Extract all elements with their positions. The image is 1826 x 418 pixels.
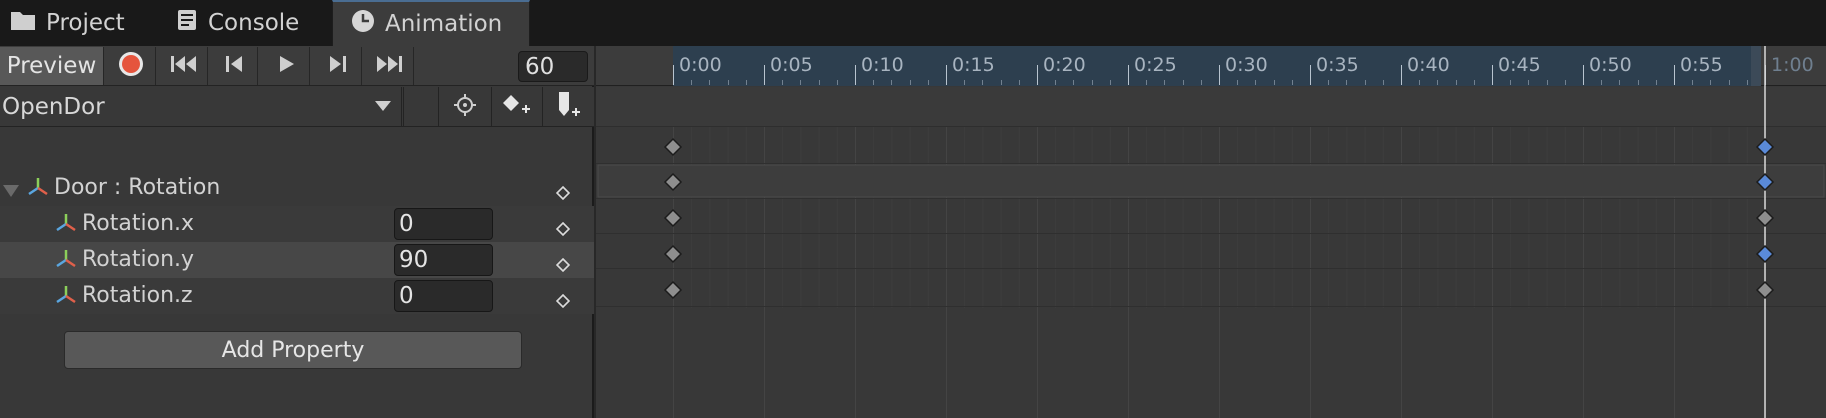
frame-field[interactable] (518, 51, 588, 82)
keyframe-start (663, 280, 683, 300)
clock-icon (351, 9, 375, 39)
clip-name: OpenDor (2, 94, 105, 120)
transform-axis-icon (54, 284, 78, 314)
keyframe-layer (596, 46, 1826, 418)
tab-project-label: Project (46, 10, 125, 36)
keyframe-diamond-icon[interactable] (555, 181, 571, 201)
step-back-icon (223, 54, 245, 78)
console-icon (176, 9, 198, 37)
record-button[interactable] (106, 47, 156, 85)
keyframe-start (663, 208, 683, 228)
record-icon (118, 51, 144, 81)
keyframe-selected (1755, 137, 1775, 157)
dopesheet-timeline[interactable]: 0:00 0:05 0:10 0:15 0:20 0:25 0:30 0:35 0:40 0:45… (596, 46, 1826, 418)
property-group-row[interactable]: Door : Rotation (0, 170, 594, 206)
next-keyframe-button[interactable] (314, 47, 362, 85)
clip-row: OpenDor (0, 87, 594, 127)
filter-by-selection-button[interactable] (438, 87, 490, 127)
previous-keyframe-button[interactable] (210, 47, 258, 85)
keyframe-diamond-icon[interactable] (555, 289, 571, 309)
clip-dropdown[interactable]: OpenDor (0, 87, 402, 127)
tab-console[interactable]: Console (176, 0, 326, 46)
transform-axis-icon (54, 212, 78, 242)
add-event-icon (555, 90, 583, 124)
property-row-rotation-x[interactable]: Rotation.x (0, 206, 594, 242)
step-forward-icon (327, 54, 349, 78)
group-track-row (597, 164, 1825, 198)
tab-console-label: Console (208, 10, 300, 36)
skip-to-start-icon (169, 54, 199, 78)
window-tab-bar: Project Console Animation (0, 0, 1826, 46)
property-value-field[interactable] (394, 280, 493, 312)
add-property-button[interactable]: Add Property (64, 331, 522, 369)
crosshair-icon (453, 93, 477, 121)
last-keyframe-button[interactable] (364, 47, 414, 85)
add-event-button[interactable] (542, 87, 594, 127)
property-value-field[interactable] (394, 244, 493, 276)
property-value-field[interactable] (394, 208, 493, 240)
play-button[interactable] (262, 47, 310, 85)
property-row-rotation-z[interactable]: Rotation.z (0, 278, 594, 314)
property-label: Rotation.z (82, 283, 193, 308)
preview-button-label: Preview (6, 53, 97, 79)
skip-to-end-icon (374, 54, 404, 78)
keyframe-end (1755, 208, 1775, 228)
add-keyframe-icon (502, 93, 532, 121)
tab-animation-label: Animation (385, 11, 503, 37)
play-icon (276, 54, 296, 78)
property-row-rotation-y[interactable]: Rotation.y (0, 242, 594, 278)
first-keyframe-button[interactable] (160, 47, 208, 85)
property-label: Rotation.y (82, 247, 195, 272)
transform-axis-icon (54, 248, 78, 278)
tab-animation[interactable]: Animation (332, 0, 530, 46)
expand-triangle-icon[interactable] (2, 180, 20, 205)
transform-axis-icon (26, 176, 50, 206)
chevron-down-icon (375, 101, 391, 111)
keyframe-diamond-icon[interactable] (555, 217, 571, 237)
keyframe-start (663, 137, 683, 157)
tab-project[interactable]: Project (10, 0, 170, 46)
preview-button[interactable]: Preview (0, 47, 104, 85)
clip-spacer (403, 87, 437, 127)
keyframe-end (1755, 280, 1775, 300)
property-label: Rotation.x (82, 211, 195, 236)
keyframe-diamond-icon[interactable] (555, 253, 571, 273)
folder-icon (10, 9, 36, 37)
playback-toolbar: Preview (0, 46, 594, 86)
keyframe-selected (1755, 244, 1775, 264)
property-group-label: Door : Rotation (54, 175, 221, 200)
keyframe-start (663, 244, 683, 264)
add-keyframe-button[interactable] (491, 87, 541, 127)
animation-properties-panel: Preview 60 OpenDor Door: Rotation Rotat… (0, 46, 594, 418)
